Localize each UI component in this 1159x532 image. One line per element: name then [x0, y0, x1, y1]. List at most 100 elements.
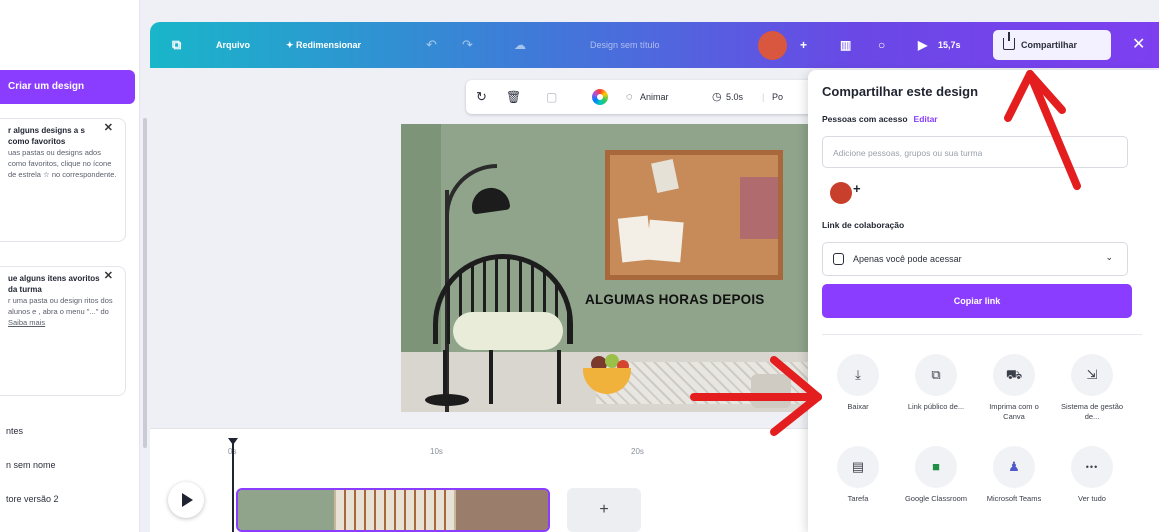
link-icon: ⧉ [915, 354, 957, 396]
analytics-icon[interactable]: ▥ [840, 22, 851, 68]
sketch-graphic [651, 159, 679, 193]
sidebar-scrollbar[interactable] [143, 118, 147, 448]
chair-cushion [453, 312, 563, 350]
clip-thumbnail[interactable] [336, 490, 454, 530]
share-option-lms[interactable]: ⇲ Sistema de gestão de... [1056, 354, 1128, 422]
microsoft-teams-icon: ♟ [993, 446, 1035, 488]
play-icon[interactable]: ▶ [918, 22, 927, 68]
clip-thumbnail[interactable] [456, 490, 548, 530]
share-option-assignment[interactable]: ▤ Tarefa [822, 446, 894, 504]
copy-link-button[interactable]: Copiar link [822, 284, 1132, 318]
timeline-tick: 20s [631, 447, 644, 456]
present-duration[interactable]: 15,7s [938, 22, 961, 68]
add-person-icon[interactable]: + [800, 22, 807, 68]
share-option-label: Imprima com o Canva [989, 402, 1039, 421]
left-sidebar: Criar um design r alguns designs a s com… [0, 0, 140, 532]
design-title[interactable]: Design sem título [590, 22, 660, 68]
share-option-see-all[interactable]: ••• Ver tudo [1056, 446, 1128, 504]
copy-icon[interactable]: ▢ [546, 80, 557, 114]
timeline-tick: 10s [430, 447, 443, 456]
divider [822, 334, 1142, 335]
comment-icon[interactable]: ○ [878, 22, 885, 68]
add-person-icon[interactable]: + [853, 181, 861, 196]
avatar[interactable] [830, 182, 852, 204]
close-icon[interactable]: ✕ [104, 271, 113, 282]
canvas-toolbar: ↻ 🗑 ▢ ◌ Animar ◷ 5.0s | Po [466, 80, 826, 114]
chair-leg [557, 350, 561, 404]
lms-icon: ⇲ [1071, 354, 1113, 396]
tip-title: ue alguns itens avoritos da turma [8, 274, 100, 294]
refresh-icon[interactable]: ↻ [476, 80, 487, 114]
design-headline[interactable]: ALGUMAS HORAS DEPOIS [585, 292, 765, 307]
tip-body: r uma pasta ou design ritos dos alunos e… [8, 296, 113, 316]
add-page-button[interactable]: + [567, 488, 641, 532]
cloud-sync-icon: ☁ [514, 38, 526, 52]
share-option-microsoft-teams[interactable]: ♟ Microsoft Teams [978, 446, 1050, 504]
access-value: Apenas você pode acessar [853, 254, 962, 264]
share-button[interactable]: Compartilhar [993, 30, 1111, 60]
share-option-label: Sistema de gestão de... [1060, 402, 1124, 421]
people-with-access: Pessoas com acesso Editar [822, 114, 938, 124]
canva-editor: Criar um design r alguns designs a s com… [0, 0, 1159, 532]
close-icon[interactable]: ✕ [104, 123, 113, 134]
tip-body: uas pastas ou designs ados como favorito… [8, 148, 117, 179]
edit-access-link[interactable]: Editar [914, 114, 938, 124]
share-label: Compartilhar [1021, 40, 1078, 50]
clock-icon[interactable]: ◷ [712, 80, 722, 114]
share-panel-title: Compartilhar este design [822, 84, 979, 99]
class-favorites-tip-card: ue alguns itens avoritos da turma r uma … [0, 266, 126, 396]
avatar[interactable] [758, 31, 787, 60]
collaboration-link-label: Link de colaboração [822, 220, 905, 230]
position-button[interactable]: Po [772, 80, 783, 114]
timeline-play-button[interactable] [168, 482, 204, 518]
trash-icon[interactable]: 🗑 [506, 80, 521, 114]
share-option-google-classroom[interactable]: ■ Google Classroom [900, 446, 972, 504]
timeline-clips[interactable] [236, 488, 550, 532]
cork-board-graphic[interactable] [605, 150, 783, 280]
animate-icon[interactable]: ◌ [626, 80, 633, 114]
redo-icon[interactable]: ↷ [462, 22, 473, 68]
truck-icon: ⛟ [993, 354, 1035, 396]
people-with-access-label: Pessoas com acesso [822, 114, 908, 124]
undo-icon[interactable]: ↶ [426, 22, 437, 68]
learn-more-link[interactable]: Saiba mais [8, 317, 117, 328]
share-option-label: Ver tudo [1078, 494, 1106, 503]
google-classroom-icon: ■ [915, 446, 957, 488]
access-dropdown[interactable]: Apenas você pode acessar ⌄ [822, 242, 1128, 276]
recent-item[interactable]: tore versão 2 [6, 494, 59, 504]
add-people-input[interactable]: Adicione pessoas, grupos ou sua turma [822, 136, 1128, 168]
chair-graphic[interactable] [429, 254, 577, 404]
paper-graphic [646, 219, 684, 263]
favorites-tip-card: r alguns designs a s como favoritos uas … [0, 118, 126, 242]
share-option-download[interactable]: ⤓ Baixar [822, 354, 894, 412]
top-bar: ⧉ Arquivo ✦ Redimensionar ↶ ↷ ☁ Design s… [150, 22, 1159, 68]
create-design-button[interactable]: Criar um design [0, 70, 135, 104]
download-icon: ⤓ [837, 354, 879, 396]
share-option-label: Microsoft Teams [986, 494, 1042, 503]
share-option-label: Tarefa [847, 494, 869, 503]
photo-graphic [740, 177, 778, 239]
playhead[interactable] [228, 438, 238, 532]
share-icon [1003, 32, 1015, 50]
share-option-label: Link público de... [907, 402, 965, 411]
animate-button[interactable]: Animar [640, 80, 669, 114]
share-option-print[interactable]: ⛟ Imprima com o Canva [978, 354, 1050, 422]
chevron-down-icon: ⌄ [1105, 252, 1113, 262]
file-menu[interactable]: Arquivo [216, 22, 250, 68]
duration-button[interactable]: 5.0s [726, 80, 743, 114]
chair-leg [489, 350, 493, 404]
assignment-icon: ▤ [837, 446, 879, 488]
share-option-public-link[interactable]: ⧉ Link público de... [900, 354, 972, 412]
clip-thumbnail[interactable] [238, 490, 334, 530]
recent-item[interactable]: n sem nome [6, 460, 56, 470]
lock-icon [833, 253, 844, 265]
toolbar-divider: | [762, 92, 765, 102]
external-link-icon[interactable]: ⧉ [172, 22, 181, 68]
tip-title: r alguns designs a s como favoritos [8, 126, 85, 146]
close-icon[interactable]: ✕ [1132, 22, 1145, 68]
plant-pot-graphic [751, 374, 791, 408]
color-picker-icon[interactable] [592, 89, 608, 105]
resize-menu[interactable]: ✦ Redimensionar [286, 22, 361, 68]
design-page[interactable]: ALGUMAS HORAS DEPOIS [401, 124, 821, 412]
recent-heading: ntes [6, 426, 24, 436]
